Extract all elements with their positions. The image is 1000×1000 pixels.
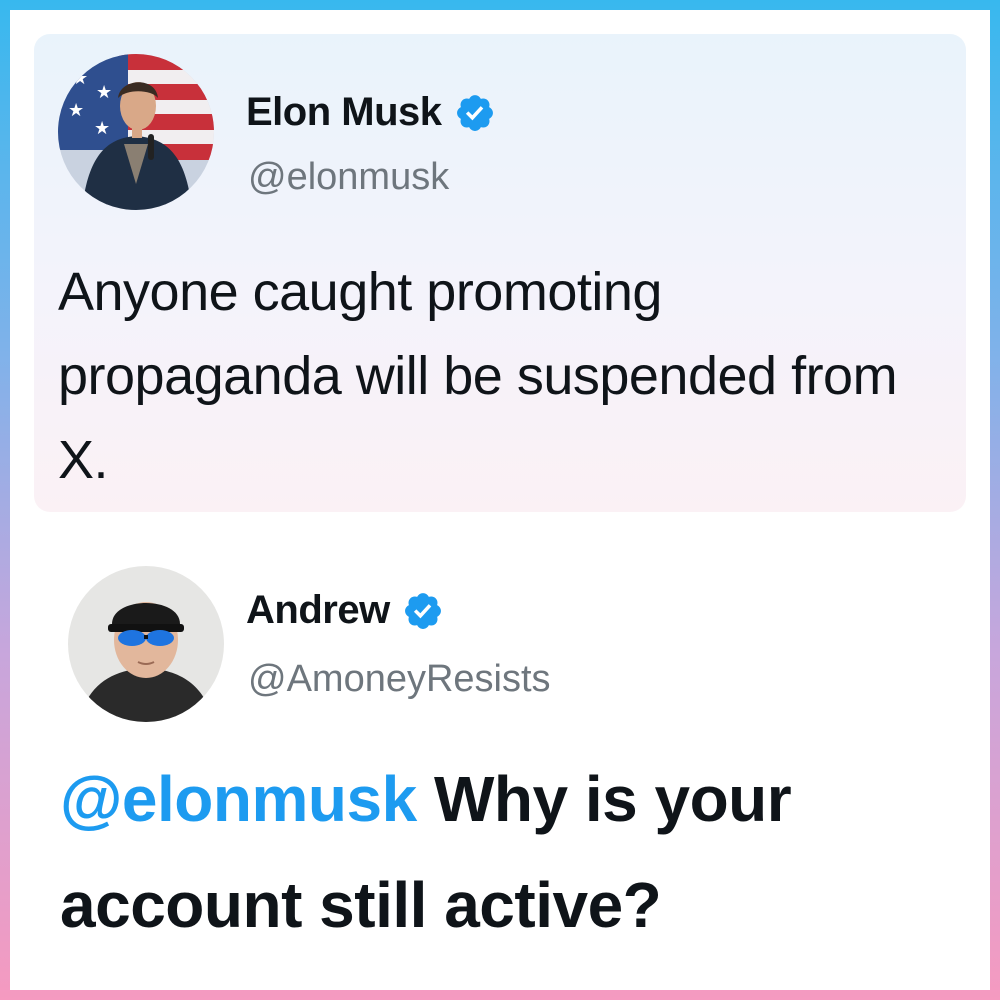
andrew-display-name[interactable]: Andrew [246, 588, 444, 633]
andrew-avatar[interactable] [68, 566, 224, 722]
svg-text:★: ★ [94, 118, 110, 139]
elon-name-text: Elon Musk [246, 90, 442, 134]
mention-link[interactable]: @elonmusk [60, 763, 417, 835]
content-area: ★ ★ ★ ★ Elon Musk @elonmusk Anyone caugh… [10, 10, 990, 990]
andrew-tweet-text: @elonmusk Why is your account still acti… [60, 746, 970, 958]
andrew-handle[interactable]: @AmoneyResists [248, 658, 551, 701]
elon-avatar-image: ★ ★ ★ ★ [58, 54, 214, 210]
svg-text:★: ★ [68, 100, 84, 121]
elon-tweet-text: Anyone caught promoting propaganda will … [58, 262, 898, 490]
andrew-name-text: Andrew [246, 588, 390, 632]
elon-avatar[interactable]: ★ ★ ★ ★ [58, 54, 214, 210]
verified-badge-icon [456, 94, 493, 131]
svg-text:★: ★ [96, 82, 112, 103]
andrew-avatar-image [68, 566, 224, 722]
gradient-frame: ★ ★ ★ ★ Elon Musk @elonmusk Anyone caugh… [0, 0, 1000, 1000]
verified-badge-icon [404, 592, 441, 629]
elon-display-name[interactable]: Elon Musk [246, 90, 496, 135]
elon-handle[interactable]: @elonmusk [248, 156, 449, 199]
